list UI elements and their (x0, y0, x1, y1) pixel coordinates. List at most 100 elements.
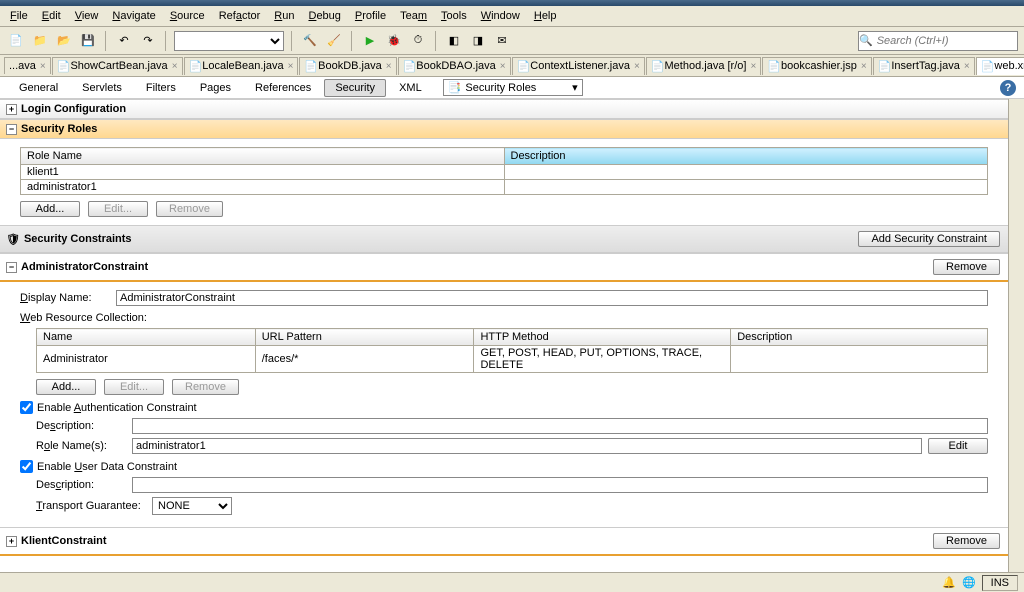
subtab-pages[interactable]: Pages (189, 79, 242, 97)
section-security-roles[interactable]: − Security Roles (0, 119, 1008, 139)
edit-roles-button[interactable]: Edit (928, 438, 988, 454)
tab-contextlistener[interactable]: 📄ContextListener.java× (512, 57, 645, 75)
undo-icon[interactable]: ↶ (114, 31, 134, 51)
transport-select[interactable]: NONE (152, 497, 232, 515)
misc-icon-2[interactable]: ◨ (468, 31, 488, 51)
constraints-icon: 🛡 (6, 233, 20, 246)
status-icon-1[interactable]: 🔔 (942, 576, 956, 589)
remove-constraint-button[interactable]: Remove (933, 259, 1000, 275)
menu-navigate[interactable]: Navigate (106, 8, 161, 24)
close-icon[interactable]: × (750, 61, 756, 72)
add-constraint-button[interactable]: Add Security Constraint (858, 231, 1000, 247)
build-icon[interactable]: 🔨 (300, 31, 320, 51)
table-row[interactable]: Administrator /faces/* GET, POST, HEAD, … (37, 346, 988, 373)
remove-klient-button[interactable]: Remove (933, 533, 1000, 549)
close-icon[interactable]: × (964, 61, 970, 72)
tab-localebean[interactable]: 📄LocaleBean.java× (184, 57, 299, 75)
tab-bookcashier[interactable]: 📄bookcashier.jsp× (762, 57, 871, 75)
menu-help[interactable]: Help (528, 8, 563, 24)
close-icon[interactable]: × (172, 61, 178, 72)
clean-build-icon[interactable]: 🧹 (324, 31, 344, 51)
tab-method[interactable]: 📄Method.java [r/o]× (646, 57, 761, 75)
col-role-name[interactable]: Role Name (21, 148, 505, 165)
add-role-button[interactable]: Add... (20, 201, 80, 217)
menu-run[interactable]: Run (268, 8, 300, 24)
close-icon[interactable]: × (500, 61, 506, 72)
profile-icon[interactable]: ⏱ (408, 31, 428, 51)
insert-mode: INS (982, 575, 1018, 591)
close-icon[interactable]: × (861, 61, 867, 72)
col-description[interactable]: Description (504, 148, 988, 165)
display-name-input[interactable] (116, 290, 988, 306)
tab-ava[interactable]: ...ava× (4, 57, 51, 74)
remove-role-button[interactable]: Remove (156, 201, 223, 217)
search-input[interactable] (873, 35, 1017, 47)
collapse-icon[interactable]: − (6, 262, 17, 273)
status-icon-2[interactable]: 🌐 (962, 576, 976, 589)
tab-inserttag[interactable]: 📄InsertTag.java× (873, 57, 975, 75)
run-icon[interactable]: ▶ (360, 31, 380, 51)
role-names-input[interactable] (132, 438, 922, 454)
tab-bookdb[interactable]: 📄BookDB.java× (299, 57, 396, 75)
open-project-icon[interactable]: 📂 (54, 31, 74, 51)
menu-source[interactable]: Source (164, 8, 211, 24)
enable-userdata-checkbox[interactable] (20, 460, 33, 473)
close-icon[interactable]: × (40, 61, 46, 72)
section-security-constraints[interactable]: 🛡 Security Constraints Add Security Cons… (0, 225, 1008, 253)
vertical-scrollbar[interactable] (1008, 99, 1024, 572)
misc-icon-3[interactable]: ✉ (492, 31, 512, 51)
subtab-general[interactable]: General (8, 79, 69, 97)
section-nav-combo[interactable]: 📑 Security Roles (443, 79, 583, 96)
close-icon[interactable]: × (288, 61, 294, 72)
subtab-security[interactable]: Security (324, 79, 386, 97)
section-nav-label: Security Roles (465, 82, 536, 94)
menu-tools[interactable]: Tools (435, 8, 473, 24)
section-admin-constraint[interactable]: − AdministratorConstraint Remove (0, 253, 1008, 282)
subtab-servlets[interactable]: Servlets (71, 79, 133, 97)
close-icon[interactable]: × (386, 61, 392, 72)
add-wrc-button[interactable]: Add... (36, 379, 96, 395)
subtab-filters[interactable]: Filters (135, 79, 187, 97)
enable-auth-checkbox[interactable] (20, 401, 33, 414)
tab-showcartbean[interactable]: 📄ShowCartBean.java× (52, 57, 183, 75)
menu-profile[interactable]: Profile (349, 8, 392, 24)
col-name[interactable]: Name (37, 329, 256, 346)
col-http-method[interactable]: HTTP Method (474, 329, 731, 346)
col-description[interactable]: Description (731, 329, 988, 346)
collapse-icon[interactable]: − (6, 124, 17, 135)
edit-role-button[interactable]: Edit... (88, 201, 148, 217)
menu-file[interactable]: File (4, 8, 34, 24)
section-login-config[interactable]: + Login Configuration (0, 99, 1008, 119)
debug-icon[interactable]: 🐞 (384, 31, 404, 51)
redo-icon[interactable]: ↷ (138, 31, 158, 51)
auth-desc-input[interactable] (132, 418, 988, 434)
edit-wrc-button[interactable]: Edit... (104, 379, 164, 395)
menu-refactor[interactable]: Refactor (213, 8, 267, 24)
subtab-xml[interactable]: XML (388, 79, 433, 97)
menu-view[interactable]: View (69, 8, 105, 24)
tab-bookdbao[interactable]: 📄BookDBAO.java× (398, 57, 511, 75)
expand-icon[interactable]: + (6, 536, 17, 547)
close-icon[interactable]: × (634, 61, 640, 72)
menu-debug[interactable]: Debug (302, 8, 346, 24)
menu-team[interactable]: Team (394, 8, 433, 24)
userdata-desc-label: Description: (36, 479, 126, 491)
menu-edit[interactable]: Edit (36, 8, 67, 24)
new-project-icon[interactable]: 📁 (30, 31, 50, 51)
new-file-icon[interactable]: 📄 (6, 31, 26, 51)
section-klient-constraint[interactable]: + KlientConstraint Remove (0, 527, 1008, 556)
userdata-desc-input[interactable] (132, 477, 988, 493)
menu-window[interactable]: Window (475, 8, 526, 24)
save-all-icon[interactable]: 💾 (78, 31, 98, 51)
global-search[interactable]: 🔍 (858, 31, 1018, 51)
config-combo[interactable] (174, 31, 284, 51)
expand-icon[interactable]: + (6, 104, 17, 115)
tab-webxml[interactable]: 📄web.xml× (976, 57, 1024, 75)
table-row[interactable]: administrator1 (21, 180, 988, 195)
help-icon[interactable]: ? (1000, 80, 1016, 96)
remove-wrc-button[interactable]: Remove (172, 379, 239, 395)
misc-icon-1[interactable]: ◧ (444, 31, 464, 51)
subtab-references[interactable]: References (244, 79, 322, 97)
col-url-pattern[interactable]: URL Pattern (255, 329, 474, 346)
table-row[interactable]: klient1 (21, 165, 988, 180)
